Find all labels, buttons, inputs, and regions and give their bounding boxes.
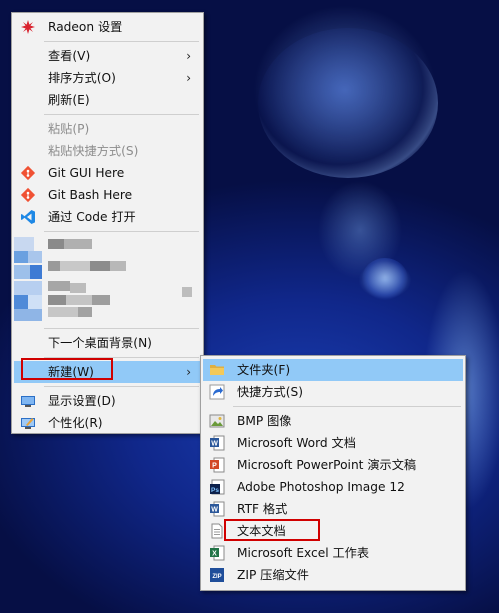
menu-item-label: 个性化(R) [48, 416, 103, 430]
annotation-box-new [21, 358, 113, 380]
rtf-document-icon: W [209, 501, 225, 517]
menu-item-git-bash[interactable]: Git Bash Here [14, 184, 201, 206]
svg-text:W: W [211, 507, 218, 514]
svg-text:ZIP: ZIP [212, 574, 221, 580]
menu-item-label: 刷新(E) [48, 93, 90, 107]
new-submenu: 文件夹(F) 快捷方式(S) BMP 图像 W Microsoft Word 文… [200, 355, 466, 591]
git-icon [20, 165, 36, 181]
menu-item-label: 排序方式(O) [48, 71, 116, 85]
menu-item-label: Radeon 设置 [48, 20, 123, 34]
menu-item-personalize[interactable]: 个性化(R) [14, 412, 201, 434]
svg-text:W: W [211, 441, 218, 448]
submenu-item-excel[interactable]: X Microsoft Excel 工作表 [203, 542, 463, 564]
folder-icon [209, 362, 225, 378]
svg-text:X: X [212, 551, 217, 558]
wallpaper-water-drop [258, 28, 438, 178]
personalize-icon [20, 415, 36, 431]
menu-item-radeon-settings[interactable]: Radeon 设置 [14, 16, 201, 38]
menu-item-label: 查看(V) [48, 49, 91, 63]
submenu-item-zip[interactable]: ZIP ZIP 压缩文件 [203, 564, 463, 586]
submenu-item-label: Microsoft PowerPoint 演示文稿 [237, 458, 417, 472]
vscode-icon [20, 209, 36, 225]
menu-item-label: 显示设置(D) [48, 394, 116, 408]
submenu-item-label: Microsoft Excel 工作表 [237, 546, 370, 560]
obscured-menu-items [14, 235, 201, 325]
submenu-item-label: BMP 图像 [237, 414, 292, 428]
menu-separator [233, 406, 461, 407]
word-icon: W [209, 435, 225, 451]
git-icon [20, 187, 36, 203]
submenu-item-label: Adobe Photoshop Image 12 [237, 480, 405, 494]
submenu-item-photoshop[interactable]: Ps Adobe Photoshop Image 12 [203, 476, 463, 498]
menu-item-label: 粘贴(P) [48, 122, 90, 136]
menu-item-sort[interactable]: 排序方式(O) › [14, 67, 201, 89]
submenu-item-label: 快捷方式(S) [237, 385, 303, 399]
text-document-icon [209, 523, 225, 539]
menu-item-label: 下一个桌面背景(N) [48, 336, 152, 350]
submenu-item-bmp[interactable]: BMP 图像 [203, 410, 463, 432]
chevron-right-icon: › [186, 71, 191, 85]
menu-separator [44, 41, 199, 42]
powerpoint-icon: P [209, 457, 225, 473]
menu-item-paste-shortcut[interactable]: 粘贴快捷方式(S) [14, 140, 201, 162]
bmp-image-icon [209, 413, 225, 429]
menu-separator [44, 231, 199, 232]
zip-archive-icon: ZIP [209, 567, 225, 583]
submenu-item-label: 文件夹(F) [237, 363, 291, 377]
svg-text:P: P [212, 463, 217, 470]
submenu-item-folder[interactable]: 文件夹(F) [203, 359, 463, 381]
submenu-item-word[interactable]: W Microsoft Word 文档 [203, 432, 463, 454]
menu-separator [44, 328, 199, 329]
chevron-right-icon: › [186, 365, 191, 379]
display-icon [20, 393, 36, 409]
radeon-icon [20, 19, 36, 35]
menu-item-paste[interactable]: 粘贴(P) [14, 118, 201, 140]
submenu-item-shortcut[interactable]: 快捷方式(S) [203, 381, 463, 403]
menu-separator [44, 114, 199, 115]
menu-item-label: Git Bash Here [48, 188, 133, 202]
shortcut-icon [209, 384, 225, 400]
photoshop-icon: Ps [209, 479, 225, 495]
menu-item-label: 通过 Code 打开 [48, 210, 136, 224]
wallpaper-small-drop [362, 258, 408, 300]
submenu-item-label: Microsoft Word 文档 [237, 436, 356, 450]
menu-item-view[interactable]: 查看(V) › [14, 45, 201, 67]
menu-item-refresh[interactable]: 刷新(E) [14, 89, 201, 111]
submenu-item-label: ZIP 压缩文件 [237, 568, 309, 582]
annotation-box-text-document [224, 519, 320, 541]
submenu-item-label: RTF 格式 [237, 502, 288, 516]
menu-item-git-gui[interactable]: Git GUI Here [14, 162, 201, 184]
chevron-right-icon: › [186, 49, 191, 63]
menu-separator [44, 386, 199, 387]
menu-item-label: 粘贴快捷方式(S) [48, 144, 139, 158]
submenu-item-powerpoint[interactable]: P Microsoft PowerPoint 演示文稿 [203, 454, 463, 476]
svg-text:Ps: Ps [211, 487, 219, 494]
excel-icon: X [209, 545, 225, 561]
menu-item-next-background[interactable]: 下一个桌面背景(N) [14, 332, 201, 354]
menu-item-display-settings[interactable]: 显示设置(D) [14, 390, 201, 412]
menu-item-open-with-code[interactable]: 通过 Code 打开 [14, 206, 201, 228]
submenu-item-rtf[interactable]: W RTF 格式 [203, 498, 463, 520]
menu-item-label: Git GUI Here [48, 166, 125, 180]
